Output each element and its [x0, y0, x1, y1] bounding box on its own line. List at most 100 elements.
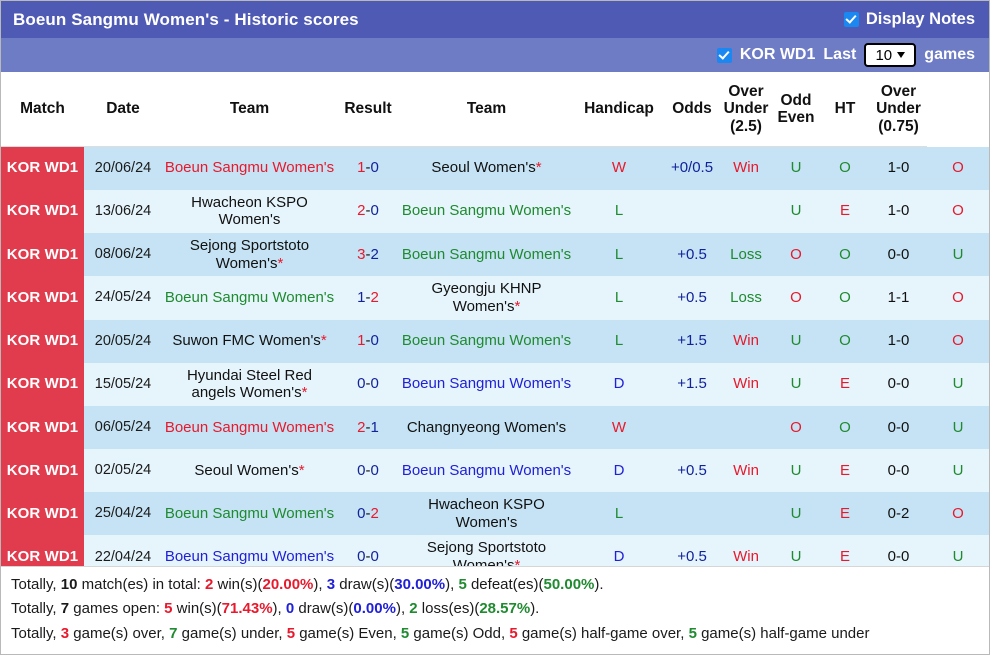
cell-away-team[interactable]: Sejong Sportstoto Women's*: [399, 535, 574, 567]
summary2-draws-pct: 0.00%: [353, 600, 396, 618]
table-row[interactable]: KOR WD1 13/06/24 Hwacheon KSPO Women's 2-0 B…: [1, 189, 989, 233]
cell-match[interactable]: KOR WD1: [1, 189, 84, 233]
cell-home-team[interactable]: Boeun Sangmu Women's: [162, 146, 337, 190]
summary-section: Totally, 10 match(es) in total: 2 win(s)…: [1, 566, 989, 654]
cell-away-team[interactable]: Boeun Sangmu Women's: [399, 232, 574, 277]
cell-match[interactable]: KOR WD1: [1, 232, 84, 277]
col-header-home-team[interactable]: Team: [162, 72, 337, 147]
cell-over-under-25: O: [772, 406, 820, 449]
summary-line-matches: Totally, 10 match(es) in total: 2 win(s)…: [11, 576, 604, 594]
cell-over-under-25: U: [772, 146, 820, 190]
cell-ht: 1-0: [870, 189, 927, 233]
cell-odds: Loss: [720, 232, 772, 277]
cell-match[interactable]: KOR WD1: [1, 276, 84, 320]
col-header-over-under-075[interactable]: Over Under (0.75): [870, 72, 927, 147]
display-notes-checkbox[interactable]: [843, 12, 859, 27]
games-label: games: [924, 46, 975, 63]
cell-over-under-075: O: [927, 319, 989, 363]
col-header-odds[interactable]: Odds: [664, 72, 720, 147]
table-row[interactable]: KOR WD1 22/04/24 Boeun Sangmu Women's 0-0 Se…: [1, 535, 989, 567]
cell-ht: 0-0: [870, 362, 927, 406]
table-row[interactable]: KOR WD1 15/05/24 Hyundai Steel Red angels …: [1, 362, 989, 406]
cell-match[interactable]: KOR WD1: [1, 146, 84, 190]
cell-away-team[interactable]: Boeun Sangmu Women's: [399, 449, 574, 492]
summary3-over: 3: [60, 624, 70, 642]
cell-home-team[interactable]: Boeun Sangmu Women's: [162, 535, 337, 567]
cell-match[interactable]: KOR WD1: [1, 535, 84, 567]
cell-over-under-25: O: [772, 276, 820, 320]
cell-away-team[interactable]: Boeun Sangmu Women's: [399, 189, 574, 233]
cell-away-team[interactable]: Boeun Sangmu Women's: [399, 319, 574, 363]
table-row[interactable]: KOR WD1 24/05/24 Boeun Sangmu Women's 1-2 Gy…: [1, 276, 989, 320]
cell-match[interactable]: KOR WD1: [1, 362, 84, 406]
table-row[interactable]: KOR WD1 25/04/24 Boeun Sangmu Women's 0-2 Hw…: [1, 492, 989, 536]
cell-date: 02/05/24: [84, 449, 162, 492]
cell-over-under-075: U: [927, 362, 989, 406]
cell-home-team[interactable]: Seoul Women's*: [162, 449, 337, 492]
col-header-match[interactable]: Match: [1, 72, 84, 147]
historic-scores-table: Match Date Team Result Team Handicap Odd…: [1, 72, 989, 567]
cell-match[interactable]: KOR WD1: [1, 406, 84, 449]
cell-match[interactable]: KOR WD1: [1, 449, 84, 492]
cell-handicap: +0.5: [664, 449, 720, 492]
cell-result: D: [574, 449, 664, 492]
display-notes-label: Display Notes: [865, 10, 975, 28]
cell-date: 25/04/24: [84, 492, 162, 536]
games-count-select[interactable]: 10: [864, 43, 917, 67]
page-title: Boeun Sangmu Women's - Historic scores: [13, 9, 359, 29]
table-row[interactable]: KOR WD1 06/05/24 Boeun Sangmu Women's 2-1 Ch…: [1, 406, 989, 449]
cell-score: 0-0: [337, 362, 399, 406]
col-header-handicap[interactable]: Handicap: [574, 72, 664, 147]
summary1-defeats-word: defeat(es)(: [466, 576, 544, 594]
cell-date: 20/06/24: [84, 146, 162, 190]
col-header-over-under-25[interactable]: Over Under (2.5): [720, 72, 772, 147]
league-filter-checkbox[interactable]: [716, 47, 732, 63]
col-header-odd-even[interactable]: Odd Even: [772, 72, 820, 147]
cell-away-team[interactable]: Hwacheon KSPO Women's: [399, 492, 574, 536]
cell-match[interactable]: KOR WD1: [1, 319, 84, 363]
cell-home-team[interactable]: Sejong Sportstoto Women's*: [162, 232, 337, 277]
cell-away-team[interactable]: Seoul Women's*: [399, 146, 574, 190]
cell-odds: Win: [720, 319, 772, 363]
col-header-ou25-line3: (2.5): [730, 117, 762, 135]
cell-date: 08/06/24: [84, 232, 162, 277]
display-notes-control[interactable]: Display Notes: [843, 10, 975, 29]
cell-handicap: +0.5: [664, 232, 720, 277]
table-row[interactable]: KOR WD1 20/06/24 Boeun Sangmu Women's 1-0 Se…: [1, 146, 989, 190]
cell-home-team[interactable]: Boeun Sangmu Women's: [162, 406, 337, 449]
cell-over-under-25: U: [772, 535, 820, 567]
col-header-ht[interactable]: HT: [820, 72, 870, 147]
cell-away-team[interactable]: Changnyeong Women's: [399, 406, 574, 449]
cell-handicap: +1.5: [664, 319, 720, 363]
cell-over-under-25: U: [772, 492, 820, 536]
summary2-open-suffix: games open:: [69, 600, 165, 618]
col-header-away-team[interactable]: Team: [399, 72, 574, 147]
cell-odd-even: O: [820, 276, 870, 320]
summary2-wins-pct: 71.43%: [221, 600, 273, 618]
cell-over-under-075: U: [927, 535, 989, 567]
cell-home-team[interactable]: Hwacheon KSPO Women's: [162, 189, 337, 233]
col-header-date[interactable]: Date: [84, 72, 162, 147]
cell-match[interactable]: KOR WD1: [1, 492, 84, 536]
cell-home-team[interactable]: Hyundai Steel Red angels Women's*: [162, 362, 337, 406]
cell-odd-even: E: [820, 492, 870, 536]
cell-result: W: [574, 146, 664, 190]
cell-home-team[interactable]: Boeun Sangmu Women's: [162, 492, 337, 536]
col-header-result[interactable]: Result: [337, 72, 399, 147]
summary2-wins-word: win(s)(: [172, 600, 222, 618]
cell-ht: 0-2: [870, 492, 927, 536]
cell-home-team[interactable]: Boeun Sangmu Women's: [162, 276, 337, 320]
cell-home-team[interactable]: Suwon FMC Women's*: [162, 319, 337, 363]
table-row[interactable]: KOR WD1 20/05/24 Suwon FMC Women's* 1-0 Boeu…: [1, 319, 989, 363]
summary1-defeats: 5: [458, 576, 467, 594]
cell-away-team[interactable]: Gyeongju KHNP Women's*: [399, 276, 574, 320]
cell-over-under-25: U: [772, 362, 820, 406]
table-row[interactable]: KOR WD1 02/05/24 Seoul Women's* 0-0 Boeun Sa…: [1, 449, 989, 492]
summary3-over-word: game(s) over,: [69, 624, 170, 642]
table-row[interactable]: KOR WD1 08/06/24 Sejong Sportstoto Women's…: [1, 232, 989, 277]
cell-odd-even: E: [820, 362, 870, 406]
cell-away-team[interactable]: Boeun Sangmu Women's: [399, 362, 574, 406]
summary2-losses-word: loss(es)(: [417, 600, 480, 618]
cell-ht: 0-0: [870, 535, 927, 567]
cell-ht: 0-0: [870, 232, 927, 277]
